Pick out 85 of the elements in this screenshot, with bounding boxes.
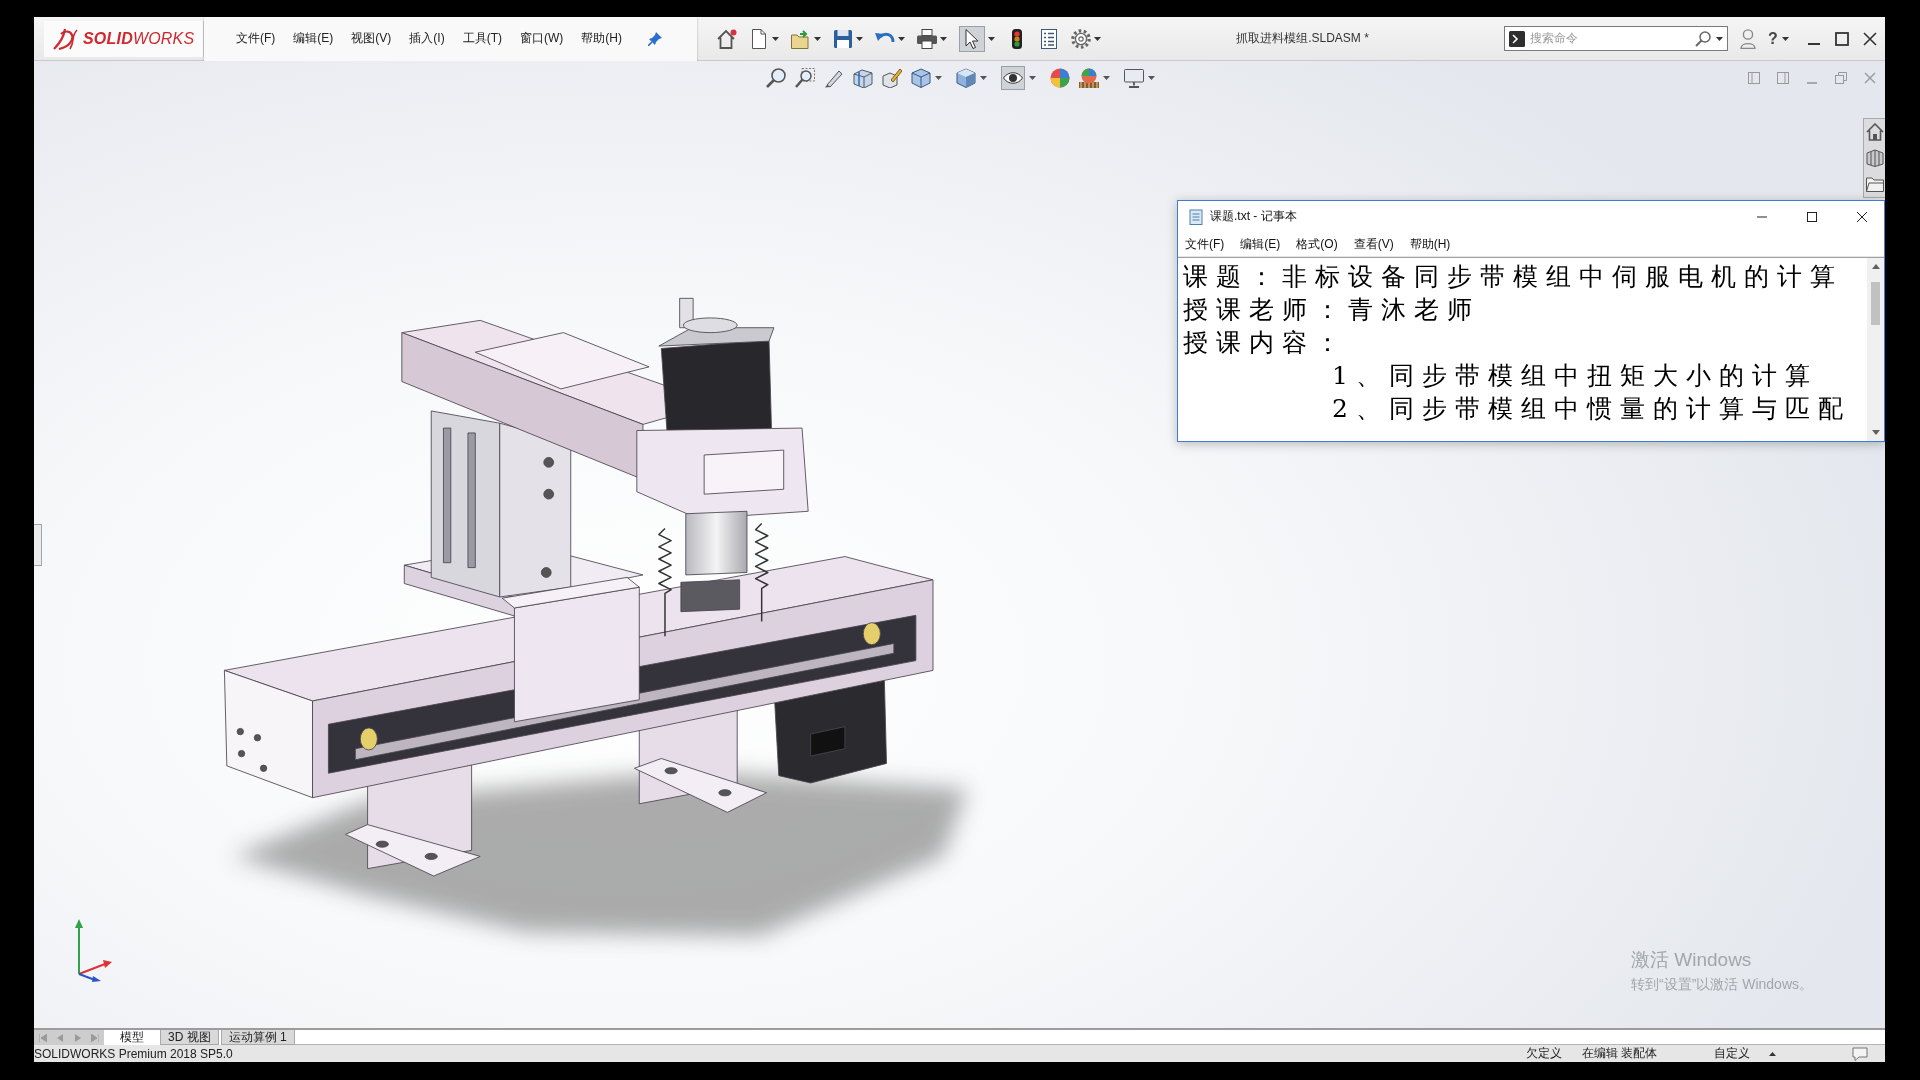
tile-right-icon[interactable] bbox=[1777, 72, 1789, 84]
tab[interactable]: 运动算例 1 bbox=[220, 1030, 295, 1045]
menu-item[interactable]: 视图(V) bbox=[343, 27, 400, 50]
tab[interactable]: 3D 视图 bbox=[160, 1030, 219, 1045]
logo-button[interactable]: SOLIDWORKS bbox=[44, 20, 204, 57]
pencil-icon[interactable] bbox=[824, 68, 844, 88]
menu-item[interactable]: 窗口(W) bbox=[512, 27, 572, 50]
help-button[interactable]: ? bbox=[1768, 29, 1778, 48]
caret-icon[interactable] bbox=[980, 76, 987, 80]
magnifier-icon[interactable] bbox=[766, 68, 786, 88]
close-icon[interactable] bbox=[1857, 211, 1867, 222]
color-sphere-icon[interactable] bbox=[1050, 68, 1070, 88]
save-icon[interactable] bbox=[833, 28, 853, 49]
home-icon[interactable] bbox=[717, 28, 737, 49]
printer-icon[interactable] bbox=[917, 28, 937, 49]
menu-item[interactable]: 编辑(E) bbox=[1233, 233, 1288, 255]
caret-icon[interactable] bbox=[1094, 36, 1101, 41]
caret-icon[interactable] bbox=[856, 36, 863, 41]
caret-icon[interactable] bbox=[1103, 76, 1110, 80]
caret-icon[interactable] bbox=[988, 36, 995, 41]
search-icon[interactable] bbox=[1695, 30, 1711, 47]
text-editor[interactable]: 课题：非标设备同步带模组中伺服电机的计算 授课老师：青沐老师 授课内容： 1、同步带模组中扭矩大小的计算 2、同步带模组中惯量的计算与匹配 bbox=[1178, 257, 1884, 441]
menu-item[interactable]: 插入(I) bbox=[401, 27, 453, 50]
user-icon[interactable] bbox=[1740, 28, 1756, 49]
new-document-icon[interactable] bbox=[749, 28, 769, 49]
down-arrow-icon[interactable] bbox=[1871, 430, 1880, 435]
text-line: 1、同步带模组中扭矩大小的计算 bbox=[1331, 360, 1819, 392]
caret-up-icon[interactable] bbox=[1769, 1051, 1776, 1056]
command-prompt-icon bbox=[1509, 30, 1525, 47]
close-icon[interactable] bbox=[1862, 31, 1877, 46]
status-item: 在编辑 装配体 bbox=[1581, 1045, 1657, 1062]
status-item: 欠定义 bbox=[1525, 1045, 1562, 1062]
maximize-icon[interactable] bbox=[1807, 211, 1817, 222]
document-title: 抓取进料模组.SLDASM * bbox=[1236, 30, 1369, 47]
menu-item[interactable]: 文件(F) bbox=[228, 27, 284, 50]
caret-icon[interactable] bbox=[1148, 76, 1155, 80]
window-title: 课题.txt - 记事本 bbox=[1210, 208, 1297, 225]
caret-icon[interactable] bbox=[1781, 36, 1789, 41]
swoosh-logo-icon bbox=[52, 27, 78, 50]
menu-item[interactable]: 文件(F) bbox=[1178, 233, 1232, 255]
hide-show-button[interactable] bbox=[1001, 66, 1025, 90]
menu-item[interactable]: 编辑(E) bbox=[285, 27, 342, 50]
gear-icon[interactable] bbox=[1071, 28, 1091, 49]
pin-icon[interactable] bbox=[648, 31, 662, 46]
open-folder-icon[interactable] bbox=[791, 28, 811, 49]
book-icon[interactable] bbox=[1865, 149, 1884, 167]
shaded-cube-icon[interactable] bbox=[956, 68, 976, 88]
text-line: 授课老师：青沐老师 bbox=[1183, 294, 1481, 326]
zoom-area-icon[interactable] bbox=[795, 68, 815, 88]
select-tool-button[interactable] bbox=[959, 25, 985, 52]
section-cube-icon[interactable] bbox=[853, 68, 873, 88]
scrollbar[interactable] bbox=[1867, 258, 1884, 441]
monitor-icon[interactable] bbox=[1124, 68, 1144, 88]
view-cube-icon[interactable] bbox=[911, 68, 931, 88]
folder-icon[interactable] bbox=[1865, 175, 1884, 193]
caret-icon[interactable] bbox=[940, 36, 947, 41]
panel-toggle-tab[interactable] bbox=[34, 524, 42, 566]
speech-bubble-icon[interactable] bbox=[1852, 1046, 1868, 1061]
caret-icon[interactable] bbox=[935, 76, 942, 80]
properties-list-icon[interactable] bbox=[1039, 28, 1059, 49]
menu-item[interactable]: 帮助(H) bbox=[1402, 233, 1458, 255]
maximize-icon[interactable] bbox=[1834, 31, 1849, 46]
home-icon[interactable] bbox=[1865, 123, 1884, 141]
product-version: SOLIDWORKS Premium 2018 SP5.0 bbox=[34, 1046, 233, 1061]
text-line: 2、同步带模组中惯量的计算与匹配 bbox=[1331, 393, 1852, 425]
activation-title: 激活 Windows bbox=[1631, 948, 1753, 972]
notepad-icon bbox=[1188, 208, 1204, 225]
caret-icon[interactable] bbox=[1029, 76, 1036, 80]
caret-icon[interactable] bbox=[1716, 36, 1723, 41]
sphere-scene-icon[interactable] bbox=[1079, 68, 1099, 88]
menu-item[interactable]: 工具(T) bbox=[454, 27, 510, 50]
text-line: 课题：非标设备同步带模组中伺服电机的计算 bbox=[1183, 261, 1844, 293]
status-item: 自定义 bbox=[1714, 1045, 1750, 1062]
caret-icon[interactable] bbox=[772, 36, 779, 41]
activation-message: 转到“设置”以激活 Windows。 bbox=[1631, 976, 1813, 994]
menu-item[interactable]: 帮助(H) bbox=[573, 27, 630, 50]
menu-item[interactable]: 查看(V) bbox=[1346, 233, 1401, 255]
cube-pencil-icon[interactable] bbox=[882, 68, 902, 88]
scrollbar-thumb[interactable] bbox=[1871, 282, 1880, 325]
caret-icon[interactable] bbox=[814, 36, 821, 41]
text-line: 授课内容： bbox=[1183, 327, 1349, 359]
tile-left-icon[interactable] bbox=[1748, 72, 1760, 84]
caret-icon[interactable] bbox=[898, 36, 905, 41]
up-arrow-icon[interactable] bbox=[1871, 264, 1880, 269]
menu-item[interactable]: 格式(O) bbox=[1289, 233, 1345, 255]
